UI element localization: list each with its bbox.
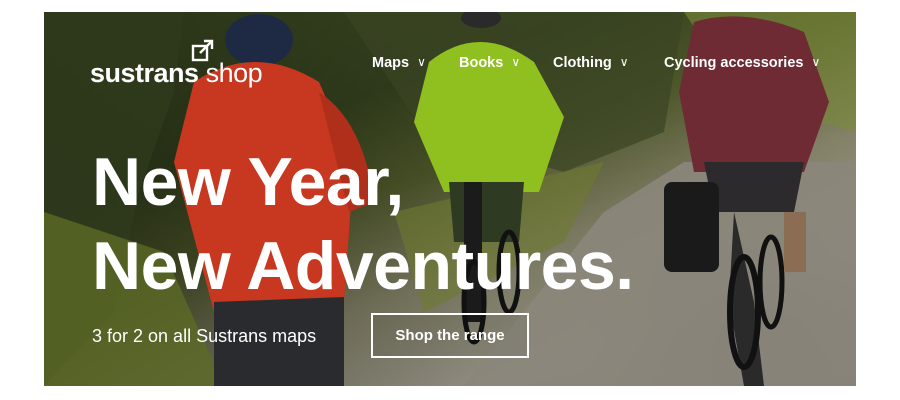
nav-label: Clothing: [553, 55, 612, 71]
nav-label: Maps: [372, 55, 410, 71]
cta-label: Shop the range: [395, 327, 505, 344]
hero-headline-line1: New Year,: [92, 144, 404, 220]
promo-text: 3 for 2 on all Sustrans maps: [92, 326, 317, 346]
chevron-down-icon: ∨: [511, 55, 521, 69]
chevron-down-icon: ∨: [811, 55, 821, 69]
chevron-down-icon: ∨: [417, 55, 426, 69]
sustrans-shop-logo[interactable]: sustrans shop: [90, 58, 263, 89]
nav-item-clothing[interactable]: Clothing ∨: [553, 55, 629, 71]
nav-item-books[interactable]: Books ∨: [459, 55, 520, 71]
nav-item-cycling-accessories[interactable]: Cycling accessories ∨: [664, 55, 820, 71]
hero-headline-line2: New Adventures.: [92, 228, 634, 304]
logo-brand-text: sustrans: [90, 58, 199, 88]
nav-label: Cycling accessories: [664, 55, 804, 71]
nav-item-maps[interactable]: Maps ∨: [372, 55, 426, 71]
shop-the-range-button[interactable]: Shop the range: [371, 313, 529, 358]
nav-label: Books: [459, 55, 504, 71]
external-arrow-icon: [191, 39, 214, 62]
chevron-down-icon: ∨: [619, 55, 629, 69]
